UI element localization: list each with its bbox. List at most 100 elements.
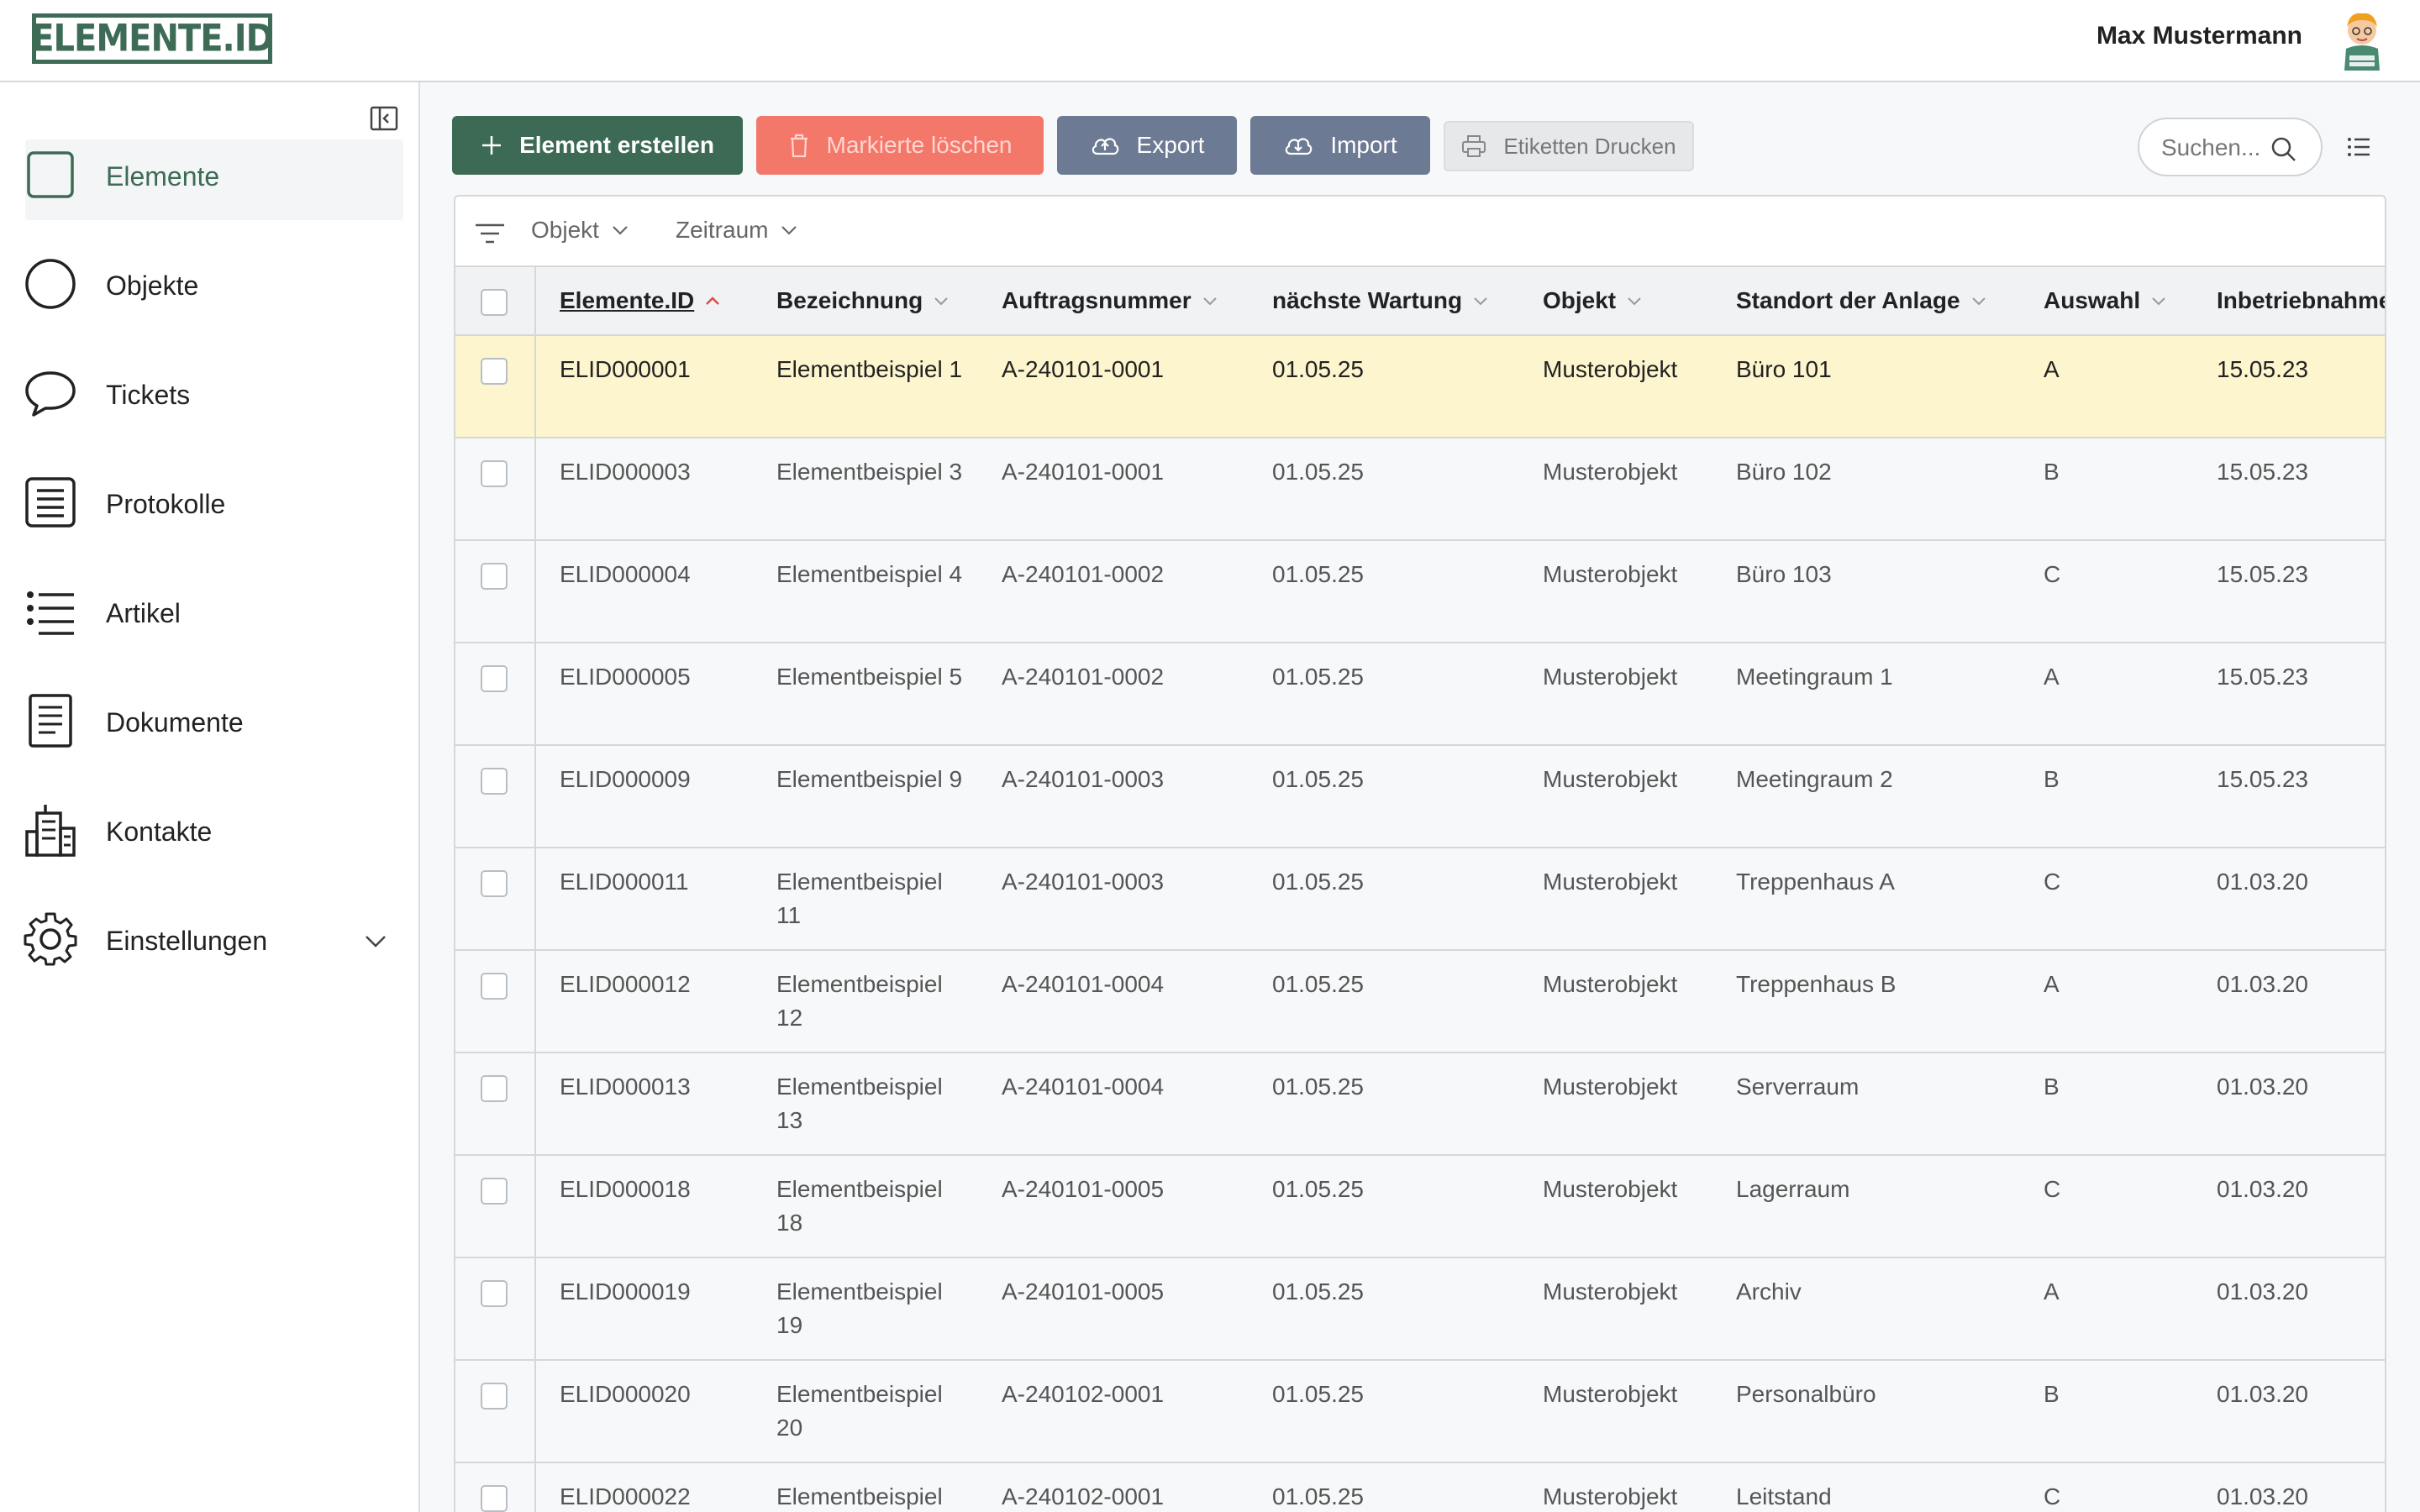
column-divider (534, 267, 536, 334)
cell-auswahl: B (2044, 1074, 2060, 1100)
cell-auftragsnummer: A-240101-0004 (1002, 1074, 1165, 1100)
column-header-auswahl[interactable]: Auswahl (2044, 287, 2167, 314)
collapse-sidebar-icon[interactable] (370, 106, 398, 131)
table-row[interactable]: ELID000012 Elementbeispiel 12 A-240101-000… (455, 951, 2385, 1053)
chevron-down-icon[interactable] (363, 931, 388, 951)
sidebar-nav: Elemente Objekte Tickets Protokolle Arti… (0, 131, 420, 1005)
document-icon (29, 694, 72, 748)
column-header-inbetriebnahme[interactable]: Inbetriebnahme (2217, 287, 2386, 314)
table-row[interactable]: ELID000013 Elementbeispiel 13 A-240101-000… (455, 1053, 2385, 1156)
sidebar-item-dokumente[interactable]: Dokumente (0, 677, 420, 786)
logo-text: ELEMENTE.ID (31, 17, 274, 60)
sidebar-item-artikel[interactable]: Artikel (0, 568, 420, 677)
row-checkbox[interactable] (481, 973, 508, 1000)
column-header-standort[interactable]: Standort der Anlage (1736, 287, 1987, 314)
sidebar-item-tickets[interactable]: Tickets (0, 349, 420, 459)
import-label: Import (1330, 132, 1397, 158)
cell-standort: Treppenhaus A (1736, 869, 1895, 895)
table-row[interactable]: ELID000018 Elementbeispiel 18 A-240101-000… (455, 1156, 2385, 1258)
sidebar-item-kontakte[interactable]: Kontakte (0, 786, 420, 895)
user-name[interactable]: Max Mustermann (2096, 22, 2302, 50)
cell-naechste-wartung: 01.05.25 (1272, 1381, 1364, 1407)
cell-objekt: Musterobjekt (1543, 561, 1678, 587)
row-checkbox[interactable] (481, 1280, 508, 1307)
avatar[interactable] (2339, 8, 2385, 72)
create-element-button[interactable]: Element erstellen (452, 116, 743, 175)
search-input[interactable] (2161, 131, 2279, 165)
table-row[interactable]: ELID000022 Elementbeispiel A-240102-0001 01… (455, 1463, 2385, 1512)
cell-id: ELID000013 (560, 1074, 691, 1100)
column-header-label: Auftragsnummer (1002, 287, 1192, 313)
cell-inbetriebnahme: 01.03.20 (2217, 1278, 2308, 1305)
row-checkbox[interactable] (481, 768, 508, 795)
select-all-checkbox[interactable] (481, 289, 508, 316)
column-header-auftragsnummer[interactable]: Auftragsnummer (1002, 287, 1218, 314)
cell-standort: Meetingraum 2 (1736, 766, 1893, 792)
column-header-id[interactable]: Elemente.ID (560, 287, 721, 314)
cell-auswahl: C (2044, 1176, 2061, 1202)
filter-objekt-dropdown[interactable]: Objekt (531, 217, 629, 244)
delete-selected-button[interactable]: Markierte löschen (756, 116, 1044, 175)
column-header-objekt[interactable]: Objekt (1543, 287, 1643, 314)
row-checkbox[interactable] (481, 460, 508, 487)
filter-icon[interactable] (474, 222, 506, 245)
column-header-label: Bezeichnung (776, 287, 923, 313)
plus-icon (482, 136, 502, 155)
circle-icon (25, 259, 76, 309)
table-row[interactable]: ELID000001 Elementbeispiel 1 A-240101-0001… (455, 336, 2385, 438)
square-icon (27, 151, 74, 198)
table-row[interactable]: ELID000020 Elementbeispiel 20 A-240102-000… (455, 1361, 2385, 1463)
sidebar-item-label: Einstellungen (106, 926, 268, 956)
cell-inbetriebnahme: 15.05.23 (2217, 561, 2308, 587)
cell-auftragsnummer: A-240102-0001 (1002, 1381, 1165, 1407)
sidebar-item-elemente[interactable]: Elemente (0, 131, 420, 240)
table-row[interactable]: ELID000004 Elementbeispiel 4 A-240101-0002… (455, 541, 2385, 643)
table-row[interactable]: ELID000019 Elementbeispiel 19 A-240101-000… (455, 1258, 2385, 1361)
column-divider (534, 643, 536, 744)
create-element-label: Element erstellen (519, 132, 714, 158)
column-settings-icon[interactable] (2346, 134, 2371, 160)
column-header-label: Inbetriebnahme (2217, 287, 2386, 313)
row-checkbox[interactable] (481, 665, 508, 692)
cell-id: ELID000020 (560, 1381, 691, 1407)
trash-icon (790, 134, 808, 158)
column-header-naechste-wartung[interactable]: nächste Wartung (1272, 287, 1489, 314)
search-box[interactable] (2138, 118, 2323, 176)
row-checkbox[interactable] (481, 1485, 508, 1512)
import-button[interactable]: Import (1250, 116, 1430, 175)
table-row[interactable]: ELID000005 Elementbeispiel 5 A-240101-0002… (455, 643, 2385, 746)
column-header-bezeichnung[interactable]: Bezeichnung (776, 287, 950, 314)
cell-auswahl: A (2044, 971, 2060, 997)
row-checkbox[interactable] (481, 1075, 508, 1102)
cell-bezeichnung: Elementbeispiel 11 (776, 869, 943, 928)
row-checkbox[interactable] (481, 870, 508, 897)
cell-standort: Treppenhaus B (1736, 971, 1897, 997)
cell-auswahl: B (2044, 459, 2060, 485)
logo[interactable]: ELEMENTE.ID (31, 13, 274, 64)
cell-auswahl: A (2044, 664, 2060, 690)
cell-id: ELID000022 (560, 1483, 691, 1509)
row-checkbox[interactable] (481, 1383, 508, 1410)
chevron-down-icon (1202, 297, 1217, 306)
cell-id: ELID000011 (560, 869, 689, 895)
cell-naechste-wartung: 01.05.25 (1272, 1483, 1364, 1509)
export-button[interactable]: Export (1057, 116, 1237, 175)
cell-id: ELID000018 (560, 1176, 691, 1202)
row-checkbox[interactable] (481, 358, 508, 385)
filter-zeitraum-dropdown[interactable]: Zeitraum (676, 217, 798, 244)
cell-inbetriebnahme: 01.03.20 (2217, 1381, 2308, 1407)
cell-naechste-wartung: 01.05.25 (1272, 971, 1364, 997)
row-checkbox[interactable] (481, 563, 508, 590)
table-row[interactable]: ELID000003 Elementbeispiel 3 A-240101-0001… (455, 438, 2385, 541)
print-labels-button[interactable]: Etiketten Drucken (1444, 121, 1694, 171)
sidebar-item-protokolle[interactable]: Protokolle (0, 459, 420, 568)
sidebar-item-objekte[interactable]: Objekte (0, 240, 420, 349)
table-row[interactable]: ELID000009 Elementbeispiel 9 A-240101-0003… (455, 746, 2385, 848)
list-icon (27, 591, 74, 635)
printer-icon (1462, 135, 1486, 157)
row-checkbox[interactable] (481, 1178, 508, 1205)
sidebar-item-einstellungen[interactable]: Einstellungen (0, 895, 420, 1005)
search-icon[interactable] (2270, 136, 2297, 163)
table-row[interactable]: ELID000011 Elementbeispiel 11 A-240101-000… (455, 848, 2385, 951)
cell-naechste-wartung: 01.05.25 (1272, 1278, 1364, 1305)
